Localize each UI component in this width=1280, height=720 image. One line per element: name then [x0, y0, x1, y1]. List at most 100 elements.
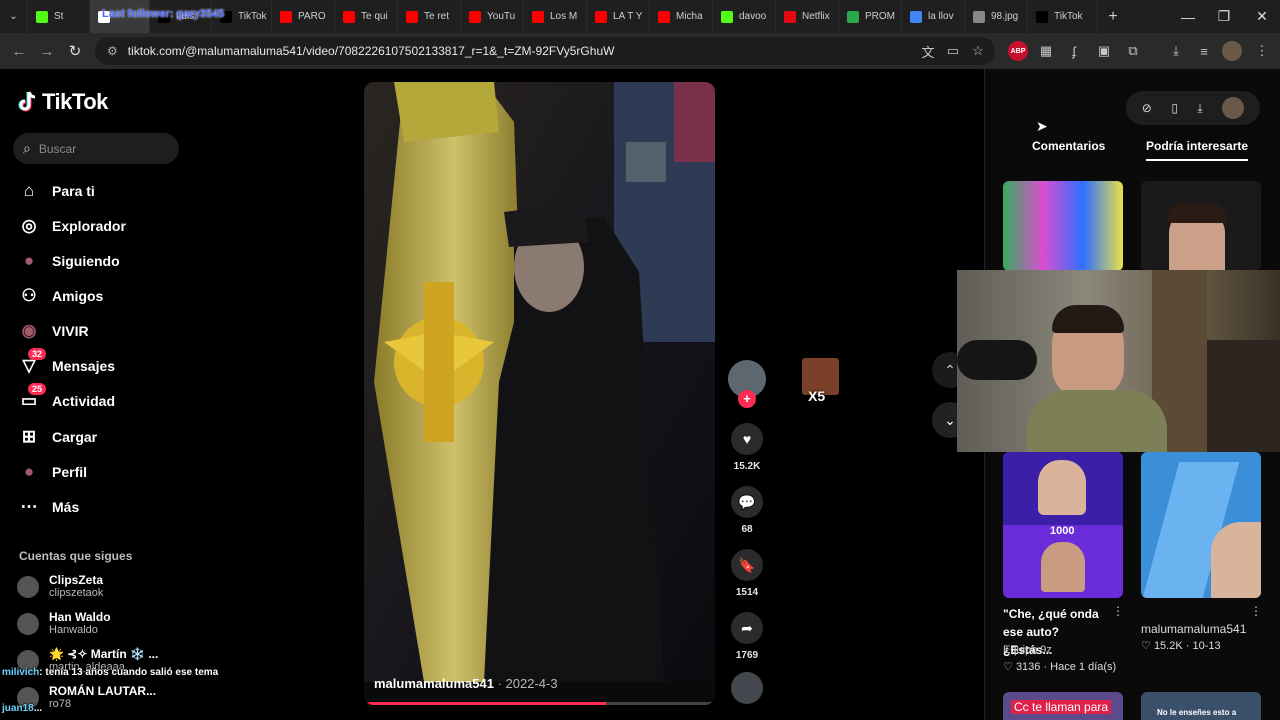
recommended-thumbnail-4[interactable] [1141, 452, 1261, 598]
reload-button[interactable]: ↻ [60, 36, 90, 66]
download-icon[interactable]: ⤓ [1166, 41, 1186, 61]
video-author[interactable]: malumamaluma541 [374, 676, 494, 691]
comment-button[interactable]: 💬 68 [727, 486, 767, 535]
card-2-menu-icon[interactable]: ⋮ [1250, 604, 1262, 618]
search-input[interactable]: ⌕ Buscar [13, 133, 179, 164]
tiktok-logo[interactable]: TikTok [18, 89, 108, 115]
account-name: ClipsZeta [49, 573, 104, 587]
tab-list-button[interactable]: ⌄ [0, 0, 28, 33]
extension-icon[interactable]: ▦ [1036, 41, 1056, 61]
tiktok-sidebar: TikTok ⌕ Buscar ⌂ Para ti ◎ Explorador ● Sigu… [0, 69, 200, 720]
tab-favicon-icon [406, 10, 418, 23]
chat-text-1: : tenía 13 años cuando salió ese tema [39, 667, 219, 678]
address-bar[interactable]: ⚙ tiktok.com/@malumamaluma541/video/7082… [95, 37, 995, 65]
browser-tab[interactable]: TikTok [1028, 0, 1098, 33]
puzzle-icon[interactable]: ⧉ [1123, 41, 1143, 61]
save-count: 1514 [735, 587, 759, 598]
comment-count: 68 [741, 524, 753, 535]
browser-tab[interactable]: Netflix [776, 0, 839, 33]
sidebar-item-label: Perfil [52, 464, 88, 480]
tab-favicon-icon [1036, 10, 1048, 23]
sidebar-item-cargar[interactable]: ⊞ Cargar [18, 424, 97, 450]
user-avatar-icon[interactable] [1222, 97, 1245, 119]
recommended-thumbnail-3[interactable]: 1000 [1003, 452, 1123, 598]
sidebar-item-actividad[interactable]: ▭ 25 Actividad [18, 383, 116, 414]
card-2-author[interactable]: malumamaluma541 [1141, 622, 1246, 636]
picture-in-picture-icon[interactable]: ▣ [1094, 41, 1114, 61]
sidebar-item-amigos[interactable]: ⚇ Amigos [18, 283, 103, 309]
chat-user-2: juan18 [2, 703, 34, 714]
script-icon[interactable]: ʄ [1064, 41, 1084, 61]
following-section-title: Cuentas que sigues [19, 549, 133, 563]
adblock-icon[interactable]: ABP [1008, 41, 1028, 61]
recommended-thumbnail-1[interactable] [1003, 181, 1123, 271]
device-icon[interactable]: ▯ [1171, 101, 1178, 115]
sidebar-item-siguiendo[interactable]: ● Siguiendo [18, 248, 120, 274]
followed-account[interactable]: ClipsZeta clipszetaok [17, 573, 103, 600]
translate-icon[interactable]: 文 [918, 41, 938, 61]
new-tab-button[interactable]: + [1098, 0, 1128, 33]
followed-account[interactable]: Han Waldo Hanwaldo [17, 610, 111, 637]
share-icon: ➦ [731, 612, 763, 644]
recommended-thumbnail-6[interactable]: No le enseñes esto a [1141, 692, 1261, 720]
browser-tab[interactable]: PROM [839, 0, 902, 33]
sidebar-item-perfil[interactable]: ● Perfil [18, 459, 87, 485]
back-button[interactable]: ← [4, 36, 34, 66]
maximize-button[interactable]: ❐ [1206, 0, 1242, 33]
cast-icon[interactable]: ▭ [943, 41, 963, 61]
sidebar-item-mensajes[interactable]: ▽ 32 Mensajes [18, 348, 115, 379]
browser-tab[interactable]: St [28, 0, 90, 33]
sidebar-item-explorador[interactable]: ◎ Explorador [18, 213, 126, 239]
browser-tab[interactable]: la llov [902, 0, 965, 33]
tab-favicon-icon [595, 10, 607, 23]
bookmark-star-icon[interactable]: ☆ [968, 41, 988, 61]
tab-recommended[interactable]: Podría interesarte [1146, 139, 1249, 161]
video-player[interactable]: malumamaluma541 · 2022-4-3 [364, 82, 715, 705]
like-button[interactable]: ♥ 15.2K [727, 423, 767, 472]
comment-icon: 💬 [731, 486, 763, 518]
author-avatar-button[interactable]: + [727, 360, 767, 408]
browser-tab[interactable]: LA T Y [587, 0, 650, 33]
card-1-menu-icon[interactable]: ⋮ [1112, 604, 1124, 618]
follow-plus-icon[interactable]: + [738, 390, 756, 408]
recommended-thumbnail-5[interactable]: Cc te llaman para [1003, 692, 1123, 720]
video-frame [364, 82, 715, 705]
friends-icon: ⚇ [21, 286, 37, 305]
video-progress-bar[interactable] [364, 702, 715, 705]
home-icon: ⌂ [23, 181, 35, 200]
browser-tab[interactable]: Te qui [335, 0, 398, 33]
compass-small-icon[interactable]: ⊘ [1142, 101, 1152, 115]
save-button[interactable]: 🔖 1514 [727, 549, 767, 598]
sound-disc-button[interactable] [727, 672, 767, 704]
browser-tab[interactable]: 98.jpg [965, 0, 1028, 33]
thumbnail-6-text: No le enseñes esto a [1157, 708, 1237, 717]
browser-tab[interactable]: Micha [650, 0, 713, 33]
browser-tab[interactable]: Te ret [398, 0, 461, 33]
media-control-icon[interactable]: ≡ [1194, 41, 1214, 61]
sidebar-item-más[interactable]: ⋯ Más [18, 494, 80, 520]
sidebar-item-label: Actividad [52, 393, 116, 409]
video-progress-fill [364, 702, 607, 705]
browser-tab[interactable]: davoo [713, 0, 776, 33]
recommended-thumbnail-2[interactable] [1141, 181, 1261, 271]
card-2-stats-text: 15.2K · 10-13 [1153, 640, 1221, 652]
share-button[interactable]: ➦ 1769 [727, 612, 767, 661]
browser-tab[interactable]: Los M [524, 0, 587, 33]
tab-favicon-icon [847, 10, 859, 23]
minimize-button[interactable]: — [1170, 0, 1206, 33]
sidebar-item-vivir[interactable]: ◉ VIVIR [18, 318, 89, 344]
site-info-icon[interactable]: ⚙ [107, 44, 118, 58]
browser-toolbar: ← → ↻ ⚙ tiktok.com/@malumamaluma541/vide… [0, 33, 1280, 69]
sidebar-item-para-ti[interactable]: ⌂ Para ti [18, 178, 95, 204]
chrome-menu-icon[interactable]: ⋮ [1252, 41, 1272, 61]
browser-tab[interactable]: PARO [272, 0, 335, 33]
tab-comments[interactable]: Comentarios [1032, 139, 1105, 153]
card-1-author[interactable]: Equipo 9z [1003, 644, 1052, 656]
forward-button[interactable]: → [32, 36, 62, 66]
download-app-icon[interactable]: ⤓ [1197, 101, 1202, 116]
activity-icon: ▭ 25 [18, 383, 47, 412]
profile-avatar-icon[interactable] [1222, 41, 1242, 61]
close-window-button[interactable]: ✕ [1244, 0, 1280, 33]
emote-multiplier: X5 [808, 388, 826, 404]
browser-tab[interactable]: YouTu [461, 0, 524, 33]
